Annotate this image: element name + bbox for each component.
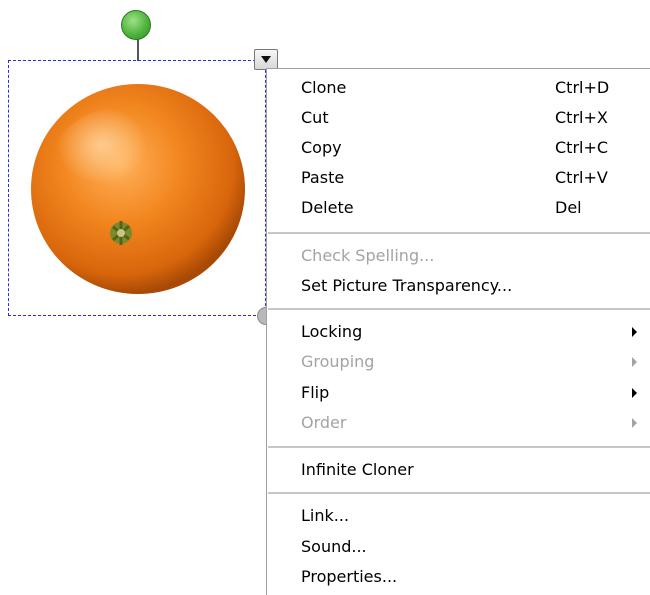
menu-separator xyxy=(268,232,650,234)
menu-item-shortcut: Ctrl+C xyxy=(555,138,609,157)
menu-item-properties[interactable]: Properties... xyxy=(267,564,650,590)
chevron-right-icon xyxy=(632,327,637,337)
menu-item-paste[interactable]: Paste Ctrl+V xyxy=(267,165,650,191)
menu-item-order: Order xyxy=(267,410,650,436)
rotate-handle[interactable] xyxy=(121,10,151,40)
menu-item-label: Check Spelling... xyxy=(301,246,435,265)
menu-item-label: Properties... xyxy=(301,567,398,586)
menu-separator xyxy=(268,308,650,310)
menu-item-label: Flip xyxy=(301,383,330,402)
menu-item-delete[interactable]: Delete Del xyxy=(267,195,650,221)
menu-item-label: Clone xyxy=(301,78,347,97)
chevron-down-icon xyxy=(261,56,271,63)
menu-item-shortcut: Ctrl+D xyxy=(555,78,610,97)
menu-item-check-spelling: Check Spelling... xyxy=(267,243,650,269)
menu-separator xyxy=(268,492,650,494)
menu-item-label: Set Picture Transparency... xyxy=(301,276,513,295)
context-menu: Clone Ctrl+D Cut Ctrl+X Copy Ctrl+C Past… xyxy=(266,68,650,595)
orange-image[interactable] xyxy=(29,81,249,301)
menu-item-label: Delete xyxy=(301,198,354,217)
menu-item-flip[interactable]: Flip xyxy=(267,380,650,406)
object-menu-button[interactable] xyxy=(254,49,278,70)
menu-separator xyxy=(268,446,650,448)
menu-item-shortcut: Ctrl+X xyxy=(555,108,608,127)
menu-item-label: Sound... xyxy=(301,537,367,556)
menu-item-clone[interactable]: Clone Ctrl+D xyxy=(267,75,650,101)
menu-item-label: Cut xyxy=(301,108,329,127)
menu-item-shortcut: Ctrl+V xyxy=(555,168,608,187)
menu-item-grouping: Grouping xyxy=(267,349,650,375)
menu-item-copy[interactable]: Copy Ctrl+C xyxy=(267,135,650,161)
chevron-right-icon xyxy=(632,388,637,398)
menu-item-shortcut: Del xyxy=(555,198,582,217)
menu-item-locking[interactable]: Locking xyxy=(267,319,650,345)
menu-item-cut[interactable]: Cut Ctrl+X xyxy=(267,105,650,131)
menu-item-label: Infinite Cloner xyxy=(301,460,414,479)
menu-item-label: Paste xyxy=(301,168,345,187)
menu-item-label: Locking xyxy=(301,322,363,341)
menu-item-label: Copy xyxy=(301,138,342,157)
menu-item-set-picture-transparency[interactable]: Set Picture Transparency... xyxy=(267,273,650,299)
menu-item-infinite-cloner[interactable]: Infinite Cloner xyxy=(267,457,650,483)
menu-item-label: Link... xyxy=(301,506,350,525)
menu-item-label: Grouping xyxy=(301,352,375,371)
menu-item-label: Order xyxy=(301,413,347,432)
menu-item-sound[interactable]: Sound... xyxy=(267,534,650,560)
menu-item-link[interactable]: Link... xyxy=(267,503,650,529)
chevron-right-icon xyxy=(632,418,637,428)
chevron-right-icon xyxy=(632,357,637,367)
